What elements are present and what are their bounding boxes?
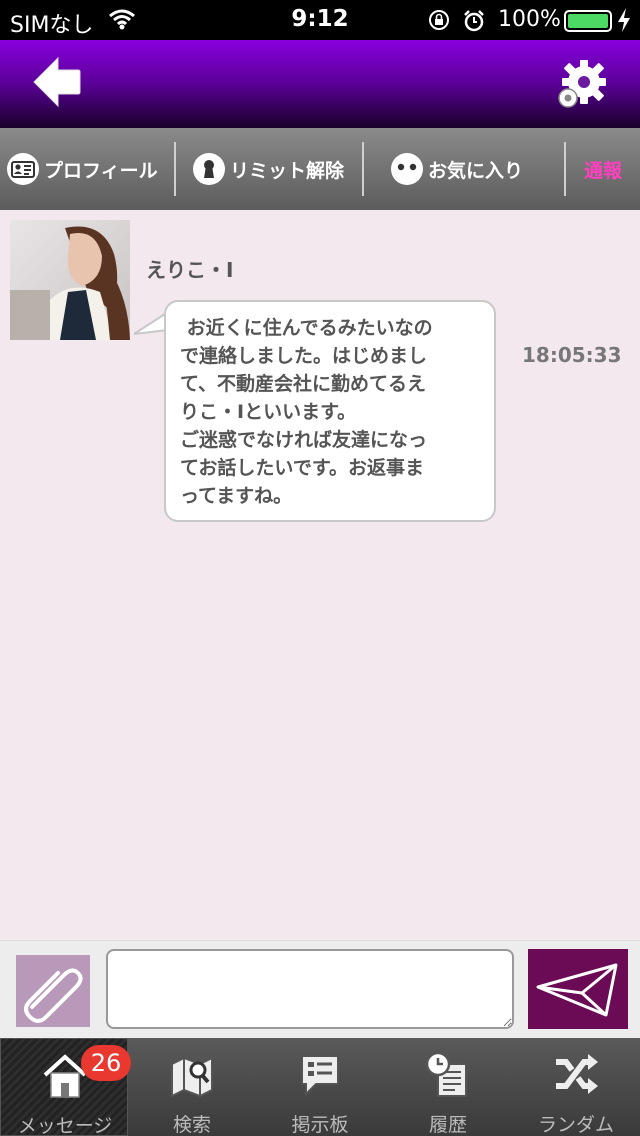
shuffle-icon <box>556 1054 598 1094</box>
board-icon <box>301 1055 339 1097</box>
charging-bolt-icon <box>618 8 630 32</box>
sender-name: えりこ・I <box>146 258 234 282</box>
smiley-face-icon <box>391 153 423 185</box>
message-input[interactable] <box>106 949 514 1029</box>
sender-avatar[interactable] <box>10 220 130 340</box>
report-button[interactable]: 通報 <box>566 128 640 210</box>
tab-search[interactable]: 検索 <box>128 1038 256 1136</box>
chat-area: えりこ・I お近くに住んでるみたいなの で連絡しました。はじめまし て、不動産会… <box>0 210 640 940</box>
paperclip-icon <box>24 968 83 1023</box>
bubble-tail <box>134 311 168 335</box>
message-bubble: お近くに住んでるみたいなの で連絡しました。はじめまし て、不動産会社に勤めてる… <box>164 300 496 522</box>
tab-history[interactable]: 履歴 <box>384 1038 512 1136</box>
profile-card-icon <box>7 153 39 185</box>
envelope-icon <box>536 963 618 1017</box>
tab-label: 履歴 <box>428 1114 467 1136</box>
profile-label: プロフィール <box>44 159 158 182</box>
tab-label: ランダム <box>537 1114 614 1136</box>
rotation-lock-icon <box>429 10 449 30</box>
tab-messages[interactable]: 26 メッセージ <box>0 1038 131 1136</box>
tab-random[interactable]: ランダム <box>512 1038 640 1136</box>
history-icon <box>425 1051 467 1097</box>
action-bar: プロフィール リミット解除 お気に入り 通報 <box>0 128 640 210</box>
map-search-icon <box>171 1056 213 1098</box>
tab-label: 検索 <box>172 1114 211 1136</box>
alarm-icon <box>464 10 484 32</box>
keyhole-icon <box>193 153 225 185</box>
tab-bar: 26 メッセージ 検索 掲示板 履歴 ランダム <box>0 1038 640 1136</box>
limit-release-label: リミット解除 <box>230 159 345 182</box>
navigation-bar <box>0 40 640 128</box>
limit-release-button[interactable]: リミット解除 <box>176 128 362 210</box>
tab-label: 掲示板 <box>291 1114 349 1136</box>
report-label: 通報 <box>583 159 622 182</box>
battery-percent: 100% <box>498 7 561 32</box>
tab-label: メッセージ <box>17 1115 113 1136</box>
gear-icon[interactable] <box>556 58 608 110</box>
attach-button[interactable] <box>16 955 90 1027</box>
battery-icon <box>564 10 612 32</box>
profile-button[interactable]: プロフィール <box>0 128 174 210</box>
message-input-bar <box>0 940 640 1038</box>
favorite-label: お気に入り <box>428 159 524 182</box>
favorite-button[interactable]: お気に入り <box>364 128 564 210</box>
message-timestamp: 18:05:33 <box>522 343 622 367</box>
send-button[interactable] <box>528 949 628 1029</box>
unread-badge: 26 <box>81 1045 131 1081</box>
tab-board[interactable]: 掲示板 <box>256 1038 384 1136</box>
back-arrow-icon[interactable] <box>32 56 82 108</box>
status-bar: SIMなし 9:12 100% <box>0 0 640 40</box>
